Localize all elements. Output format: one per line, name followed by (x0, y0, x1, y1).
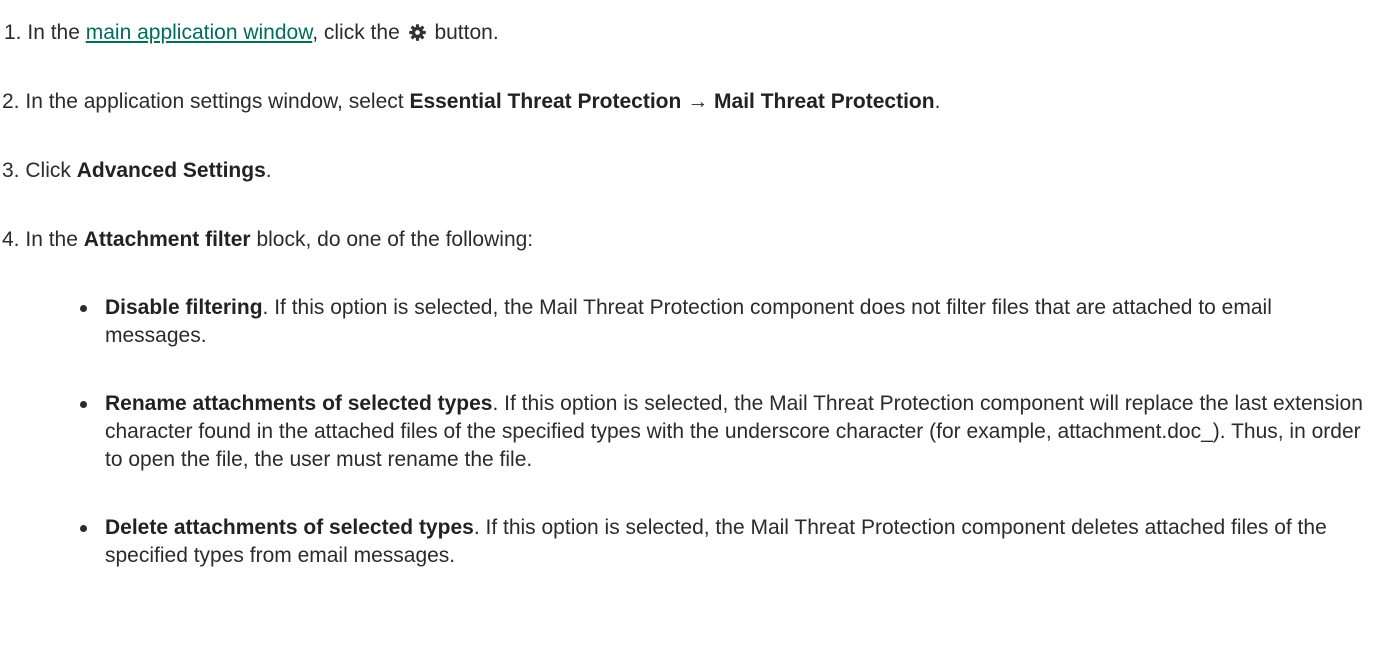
step-text: . (934, 90, 941, 113)
option-title: Disable filtering (105, 296, 263, 319)
step-text: In the (27, 21, 80, 44)
step-text: In the application settings window, sele… (25, 90, 404, 113)
main-application-window-link[interactable]: main application window (86, 21, 312, 44)
step-number: 3. (2, 159, 20, 182)
step-text: In the (25, 228, 78, 251)
bullet-dot (80, 305, 87, 312)
step-text: button. (434, 21, 499, 44)
step-text: , click the (312, 21, 400, 44)
attachment-filter-label: Attachment filter (83, 228, 251, 251)
bullet-dot (80, 525, 87, 532)
list-item: Disable filtering. If this option is sel… (76, 294, 1376, 350)
arrow-glyph: → (687, 90, 709, 113)
step-text: block, do one of the following: (256, 228, 534, 251)
step-4: 4. In the Attachment filter block, do on… (2, 226, 533, 254)
advanced-settings-label: Advanced Settings (76, 159, 266, 182)
step-1: 1. In the main application window, click… (4, 19, 499, 47)
step-text: Click (25, 159, 71, 182)
step-number: 4. (2, 228, 20, 251)
list-item: Delete attachments of selected types. If… (76, 514, 1376, 570)
gear-icon (408, 24, 426, 41)
essential-threat-protection-label: Essential Threat Protection (409, 90, 682, 113)
option-title: Delete attachments of selected types (105, 516, 474, 539)
attachment-filter-options: Disable filtering. If this option is sel… (76, 294, 1376, 610)
step-number: 2. (2, 90, 20, 113)
step-2: 2. In the application settings window, s… (2, 88, 940, 116)
step-3: 3. Click Advanced Settings. (2, 157, 272, 185)
option-description: . If this option is selected, the Mail T… (105, 296, 1272, 347)
step-number: 1. (4, 21, 22, 44)
list-item: Rename attachments of selected types. If… (76, 390, 1376, 474)
bullet-dot (80, 401, 87, 408)
mail-threat-protection-label: Mail Threat Protection (714, 90, 935, 113)
option-title: Rename attachments of selected types (105, 392, 493, 415)
step-text: . (265, 159, 272, 182)
